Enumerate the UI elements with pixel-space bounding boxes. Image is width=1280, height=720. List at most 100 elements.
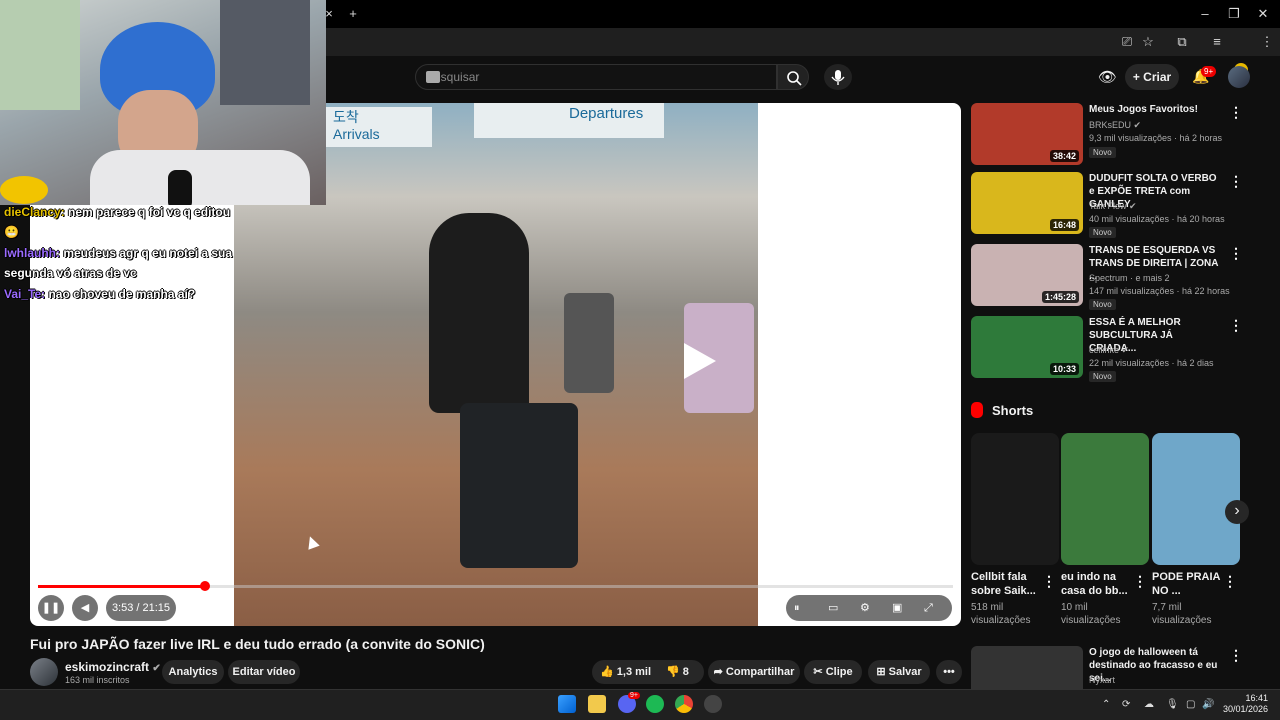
chat-message: dieClancy: nem parece q foi vc q editou — [4, 205, 230, 219]
kebab-menu-icon[interactable]: ⋮ — [1042, 574, 1056, 588]
cast-icon[interactable]: ⎚ — [1118, 34, 1136, 50]
dislike-button[interactable]: 👎 8 — [666, 660, 689, 684]
rec-title[interactable]: Meus Jogos Favoritos! — [1089, 103, 1219, 116]
subtitles-icon[interactable]: ▭ — [828, 595, 838, 621]
file-explorer-icon[interactable] — [588, 695, 606, 713]
kebab-menu-icon[interactable]: ⋮ — [1229, 246, 1243, 260]
video-title: Fui pro JAPÃO fazer live IRL e deu tudo … — [30, 636, 485, 652]
video-thumbnail[interactable]: 1:45:28 — [971, 244, 1083, 306]
short-title[interactable]: eu indo na casa do bb... — [1061, 570, 1136, 598]
save-icon: ⊞ — [876, 666, 889, 678]
duration-badge: 38:42 — [1049, 150, 1079, 162]
video-thumbnail[interactable]: 16:48 — [971, 172, 1083, 234]
recommendation-item[interactable]: 16:48 DUDUFIT SOLTA O VERBO e EXPÕE TRET… — [971, 172, 1261, 238]
window-close-icon[interactable]: ✕ — [1254, 6, 1272, 22]
rec-channel[interactable]: Spectrum · e mais 2 — [1089, 273, 1170, 283]
miniplayer-icon[interactable]: ▣ — [892, 595, 902, 621]
fullscreen-icon[interactable]: ⤢ — [924, 595, 933, 621]
video-thumbnail[interactable] — [971, 646, 1083, 689]
speaker-icon[interactable]: 🔊 — [1202, 699, 1214, 710]
edit-video-button[interactable]: Editar vídeo — [228, 660, 300, 684]
kebab-menu-icon[interactable]: ⋮ — [1133, 574, 1147, 588]
chat-emoji: 😬 — [4, 225, 19, 239]
kebab-menu-icon[interactable]: ⋮ — [1223, 574, 1237, 588]
analytics-button[interactable]: Analytics — [162, 660, 224, 684]
bookmark-star-icon[interactable]: ☆ — [1139, 34, 1157, 50]
chrome-menu-icon[interactable]: ⋮ — [1258, 34, 1276, 50]
spotify-icon[interactable] — [646, 695, 664, 713]
search-input[interactable]: Pesquisar — [415, 64, 777, 90]
recommendation-item[interactable]: 1:45:28 TRANS DE ESQUERDA VS TRANS DE DI… — [971, 244, 1261, 310]
progress-bar[interactable] — [38, 581, 953, 591]
video-thumbnail[interactable]: 10:33 — [971, 316, 1083, 378]
windows-start-icon[interactable] — [558, 695, 576, 713]
more-actions-button[interactable]: ••• — [936, 660, 962, 684]
short-title[interactable]: PODE PRAIA NO ... — [1152, 570, 1227, 598]
short-title[interactable]: Cellbit fala sobre Saik... — [971, 570, 1046, 598]
video-thumbnail[interactable]: 38:42 — [971, 103, 1083, 165]
account-avatar[interactable] — [1228, 66, 1250, 88]
eye-icon[interactable]: 👁 — [1098, 68, 1117, 86]
autoplay-toggle-icon[interactable]: ⏸ — [794, 595, 800, 621]
short-thumbnail[interactable] — [1061, 433, 1149, 565]
rec-channel[interactable]: Talk Flow ✔ — [1089, 201, 1137, 212]
share-button[interactable]: ➦ Compartilhar — [708, 660, 800, 684]
chevron-up-icon[interactable]: ⌃ — [1102, 699, 1110, 710]
keyboard-icon[interactable] — [426, 71, 440, 83]
channel-name[interactable]: eskimozincraft ✔ — [65, 660, 161, 674]
kebab-menu-icon[interactable]: ⋮ — [1229, 105, 1243, 119]
volume-button[interactable]: ◀ — [72, 595, 98, 621]
microphone — [168, 170, 192, 205]
pause-button[interactable]: ❚❚ — [38, 595, 64, 621]
media-icon[interactable]: ≡ — [1208, 34, 1226, 50]
voice-search-button[interactable] — [824, 64, 852, 90]
shorts-next-button[interactable]: › — [1225, 500, 1249, 524]
settings-gear-icon[interactable]: ⚙ — [860, 595, 870, 621]
search-icon — [787, 71, 802, 86]
play-icon[interactable] — [684, 343, 716, 379]
kebab-menu-icon[interactable]: ⋮ — [1229, 174, 1243, 188]
thumbs-up-icon: 👍 — [600, 666, 614, 678]
rec-channel-text: BRKsEDU — [1089, 120, 1132, 130]
rec-channel-text: Talk Flow — [1089, 201, 1127, 211]
new-badge: Novo — [1089, 299, 1116, 310]
sync-icon[interactable]: ⟳ — [1122, 699, 1130, 710]
clock-time: 16:41 — [1245, 693, 1268, 703]
rec-meta: 147 mil visualizações · há 22 horas — [1089, 286, 1230, 296]
network-icon[interactable]: ▢ — [1186, 699, 1195, 710]
rec-channel[interactable]: BRKsEDU ✔ — [1089, 120, 1141, 131]
save-button[interactable]: ⊞ Salvar — [868, 660, 930, 684]
new-tab-icon[interactable]: + — [344, 6, 362, 22]
kebab-menu-icon[interactable]: ⋮ — [1229, 648, 1243, 662]
chrome-icon[interactable] — [675, 695, 693, 713]
mic-tray-icon[interactable]: 🎙 — [1166, 699, 1179, 710]
clock[interactable]: 16:41 30/01/2026 — [1222, 693, 1268, 715]
short-thumbnail[interactable] — [1152, 433, 1240, 565]
clip-button[interactable]: ✂ Clipe — [804, 660, 862, 684]
recommendation-item[interactable]: 10:33 ESSA É A MELHOR SUBCULTURA JÁ CRIA… — [971, 316, 1261, 382]
restore-icon[interactable]: ❐ — [1225, 6, 1243, 22]
app-icon[interactable] — [704, 695, 722, 713]
cloud-icon[interactable]: ☁ — [1144, 699, 1154, 710]
recommendation-item[interactable]: 38:42 Meus Jogos Favoritos! BRKsEDU ✔ 9,… — [971, 103, 1261, 167]
background-luggage — [564, 293, 614, 393]
progress-scrubber[interactable] — [200, 581, 211, 591]
extensions-icon[interactable]: ⧉ — [1173, 34, 1191, 50]
search-button[interactable] — [777, 64, 809, 90]
kebab-menu-icon[interactable]: ⋮ — [1229, 318, 1243, 332]
thumbs-down-icon: 👎 — [666, 666, 680, 678]
channel-avatar[interactable] — [30, 658, 58, 686]
short-thumbnail[interactable] — [971, 433, 1059, 565]
rec-channel[interactable]: cellinke ✔ — [1089, 345, 1129, 356]
like-button[interactable]: 👍 1,3 mil — [600, 660, 651, 684]
rec-channel[interactable]: Nyxart — [1089, 675, 1115, 685]
person-figure — [429, 213, 529, 413]
create-button[interactable]: + Criar — [1125, 64, 1179, 90]
chevron-right-icon: › — [1234, 502, 1240, 519]
minimize-icon[interactable]: – — [1196, 6, 1214, 22]
new-badge: Novo — [1089, 147, 1116, 158]
like-dislike-group: 👍 1,3 mil 👎 8 — [592, 660, 704, 684]
streamer-shirt — [90, 150, 310, 205]
verified-icon: ✔ — [1129, 201, 1137, 211]
notification-badge: 9+ — [1201, 66, 1217, 77]
